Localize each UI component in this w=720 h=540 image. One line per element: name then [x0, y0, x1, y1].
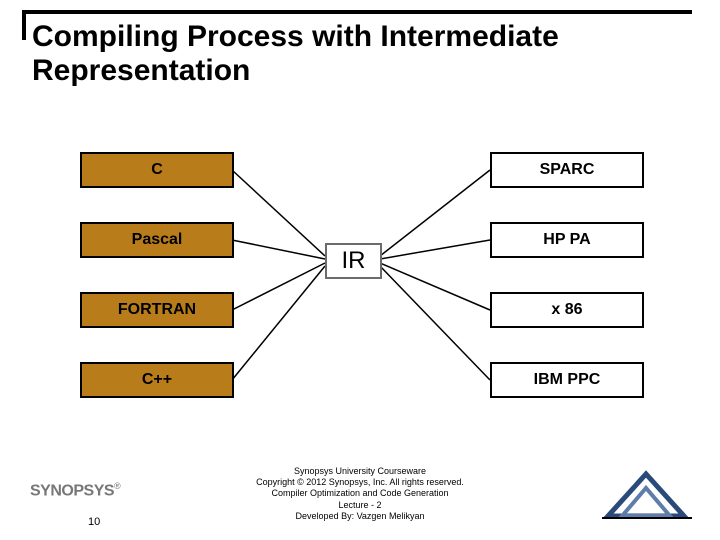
footer-line-5: Developed By: Vazgen Melikyan: [160, 511, 560, 522]
registered-icon: ®: [114, 481, 120, 491]
source-node-pascal: Pascal: [80, 222, 234, 258]
frame-rule-top: [22, 10, 692, 14]
ir-node: IR: [325, 243, 382, 279]
frame-rule-left: [22, 10, 26, 40]
footer-line-2: Copyright © 2012 Synopsys, Inc. All righ…: [160, 477, 560, 488]
footer-line-3: Compiler Optimization and Code Generatio…: [160, 488, 560, 499]
source-node-cpp: C++: [80, 362, 234, 398]
source-node-c: C: [80, 152, 234, 188]
page-number: 10: [88, 516, 100, 528]
footer-line-1: Synopsys University Courseware: [160, 466, 560, 477]
slide-title: Compiling Process with Intermediate Repr…: [32, 20, 692, 87]
footer-line-4: Lecture - 2: [160, 500, 560, 511]
target-node-x86: x 86: [490, 292, 644, 328]
target-node-sparc: SPARC: [490, 152, 644, 188]
synopsys-logo-text: SYNOPSYS: [30, 482, 114, 499]
partner-logo-icon: [602, 468, 692, 520]
target-node-ibmppc: IBM PPC: [490, 362, 644, 398]
footer-block: Synopsys University Courseware Copyright…: [160, 466, 560, 522]
target-node-hppa: HP PA: [490, 222, 644, 258]
source-node-fortran: FORTRAN: [80, 292, 234, 328]
synopsys-logo: SYNOPSYS®: [30, 481, 120, 500]
